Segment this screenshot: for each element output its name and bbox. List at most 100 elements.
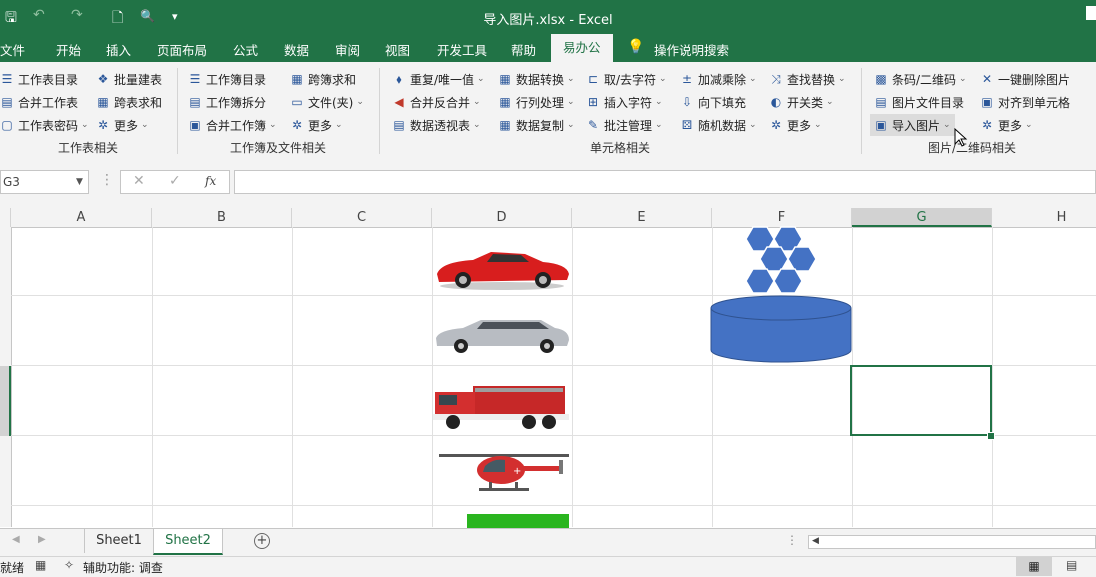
macro-record-icon[interactable]: ▦ bbox=[35, 558, 46, 572]
import-images-button[interactable]: ▣ 导入图片 ⌄ bbox=[870, 114, 955, 136]
helicopter-image[interactable]: + bbox=[433, 442, 571, 500]
image-icon: ▣ bbox=[875, 118, 887, 132]
scroll-right-icon[interactable]: ▶ bbox=[38, 534, 46, 545]
find-replace-button[interactable]: ⤨ 查找替换 ⌄ bbox=[769, 70, 845, 88]
row-column-button[interactable]: ▦ 行列处理 ⌄ bbox=[498, 93, 574, 111]
name-box[interactable]: G3 ▼ bbox=[0, 170, 89, 194]
ribbon: ☰ 工作表目录 ▤ 合并工作表 ▢ 工作表密码 ⌄ ❖ 批量建表 ▦ 跨表求和 ✲ 更多 ⌄ 工… bbox=[0, 62, 1096, 159]
horizontal-scrollbar[interactable]: ◀ bbox=[808, 535, 1096, 549]
barcode-qrcode-button[interactable]: ▩ 条码/二维码 ⌄ bbox=[874, 70, 966, 88]
insert-chars-button[interactable]: ⊞ 插入字符 ⌄ bbox=[586, 93, 663, 111]
sheet-tab-sheet1[interactable]: Sheet1 bbox=[84, 529, 153, 553]
sheet-directory-button[interactable]: ☰ 工作表目录 bbox=[0, 70, 78, 88]
database-cylinder-shape[interactable] bbox=[709, 294, 853, 364]
window-control-icon[interactable] bbox=[1086, 6, 1096, 20]
name-box-dropdown-icon[interactable]: ▼ bbox=[76, 171, 83, 193]
image-file-directory-button[interactable]: ▤ 图片文件目录 bbox=[874, 93, 964, 111]
row-header-selected[interactable] bbox=[0, 366, 11, 436]
tab-split-icon[interactable]: ⋮ bbox=[786, 533, 798, 547]
window-title: 导入图片.xlsx - Excel bbox=[483, 13, 613, 28]
page-layout-view-icon[interactable]: ▤ bbox=[1066, 558, 1077, 572]
normal-view-icon[interactable]: ▦ bbox=[1016, 557, 1052, 576]
delete-all-images-button[interactable]: ✕ 一键删除图片 bbox=[980, 70, 1070, 88]
tell-me-search[interactable]: 操作说明搜索 bbox=[654, 40, 729, 59]
tag-icon: ⬧ bbox=[396, 72, 402, 86]
accessibility-icon[interactable]: ✧ bbox=[64, 558, 74, 572]
arithmetic-button[interactable]: ± 加减乘除 ⌄ bbox=[680, 70, 757, 88]
tab-help[interactable]: 帮助 bbox=[511, 40, 536, 59]
column-header-c[interactable]: C bbox=[292, 208, 432, 227]
qrcode-icon: ▩ bbox=[875, 72, 887, 86]
pivot-table-button[interactable]: ▤ 数据透视表 ⌄ bbox=[392, 116, 480, 134]
toggles-button[interactable]: ◐ 开关类 ⌄ bbox=[769, 93, 834, 111]
data-copy-button[interactable]: ▦ 数据复制 ⌄ bbox=[498, 116, 574, 134]
merge-icon: ▤ bbox=[1, 95, 13, 109]
split-workbook-button[interactable]: ▤ 工作簿拆分 bbox=[188, 93, 266, 111]
workbook-directory-button[interactable]: ☰ 工作簿目录 bbox=[188, 70, 266, 88]
cancel-icon[interactable]: ✕ bbox=[133, 173, 145, 189]
tab-developer[interactable]: 开发工具 bbox=[437, 40, 487, 59]
merge-unmerge-button[interactable]: ◀ 合并反合并 ⌄ bbox=[392, 93, 480, 111]
g3-more-button[interactable]: ✲ 更多 ⌄ bbox=[769, 116, 822, 134]
align-to-cell-button[interactable]: ▣ 对齐到单元格 bbox=[980, 93, 1070, 111]
selected-cell-g3[interactable] bbox=[850, 365, 992, 436]
batch-create-sheets-button[interactable]: ❖ 批量建表 bbox=[96, 70, 162, 88]
scrollbar-left-arrow-icon[interactable]: ◀ bbox=[812, 536, 819, 546]
red-car-image[interactable] bbox=[433, 244, 571, 292]
grid-icon: ▦ bbox=[499, 72, 511, 86]
list-icon: ☰ bbox=[1, 72, 13, 86]
column-header-a[interactable]: A bbox=[11, 208, 152, 227]
status-ready: 就绪 bbox=[0, 561, 25, 575]
column-header-f[interactable]: F bbox=[712, 208, 852, 227]
green-block-image[interactable] bbox=[467, 514, 569, 528]
tab-yibangong[interactable]: 易办公 bbox=[551, 34, 613, 62]
tab-file[interactable]: 文件 bbox=[0, 40, 25, 59]
grid-icon: ▦ bbox=[499, 95, 511, 109]
comment-manage-button[interactable]: ✎ 批注管理 ⌄ bbox=[586, 116, 663, 134]
g4-more-button[interactable]: ✲ 更多 ⌄ bbox=[980, 116, 1033, 134]
g1-more-button[interactable]: ✲ 更多 ⌄ bbox=[96, 116, 149, 134]
scroll-left-icon[interactable]: ◀ bbox=[12, 534, 20, 545]
pivot-icon: ▤ bbox=[393, 118, 405, 132]
fill-down-button[interactable]: ⇩ 向下填充 bbox=[680, 93, 746, 111]
random-data-button[interactable]: ⚄ 随机数据 ⌄ bbox=[680, 116, 757, 134]
gridline bbox=[152, 227, 153, 527]
hexagon-cluster-shape[interactable] bbox=[740, 226, 820, 296]
select-all-corner[interactable] bbox=[0, 208, 11, 227]
insert-function-icon[interactable]: fx bbox=[205, 174, 216, 188]
data-convert-button[interactable]: ▦ 数据转换 ⌄ bbox=[498, 70, 574, 88]
tab-home[interactable]: 开始 bbox=[56, 40, 81, 59]
add-sheet-button[interactable]: + bbox=[254, 533, 270, 549]
column-header-b[interactable]: B bbox=[152, 208, 292, 227]
column-header-d[interactable]: D bbox=[432, 208, 572, 227]
tab-review[interactable]: 审阅 bbox=[335, 40, 360, 59]
tab-formulas[interactable]: 公式 bbox=[233, 40, 258, 59]
duplicate-unique-button[interactable]: ⬧ 重复/唯一值 ⌄ bbox=[392, 70, 484, 88]
fill-handle[interactable] bbox=[987, 432, 995, 440]
tab-data[interactable]: 数据 bbox=[284, 40, 309, 59]
sheet-tab-sheet2[interactable]: Sheet2 bbox=[153, 529, 223, 555]
column-header-e[interactable]: E bbox=[572, 208, 712, 227]
cross-sheet-sum-button[interactable]: ▦ 跨表求和 bbox=[96, 93, 162, 111]
accessibility-status[interactable]: 辅助功能: 调查 bbox=[83, 559, 163, 576]
merge-workbooks-button[interactable]: ▣ 合并工作簿 ⌄ bbox=[188, 116, 276, 134]
toggle-icon: ◐ bbox=[770, 95, 782, 109]
sheet-password-button[interactable]: ▢ 工作表密码 ⌄ bbox=[0, 116, 88, 134]
folder-icon: ▭ bbox=[291, 95, 303, 109]
file-folder-button[interactable]: ▭ 文件(夹) ⌄ bbox=[290, 93, 364, 111]
g2-more-button[interactable]: ✲ 更多 ⌄ bbox=[290, 116, 343, 134]
merge-sheets-button[interactable]: ▤ 合并工作表 bbox=[0, 93, 78, 111]
fire-truck-image[interactable] bbox=[433, 380, 571, 432]
cross-workbook-sum-button[interactable]: ▦ 跨簿求和 bbox=[290, 70, 356, 88]
tab-view[interactable]: 视图 bbox=[385, 40, 410, 59]
tab-insert[interactable]: 插入 bbox=[106, 40, 131, 59]
column-header-h[interactable]: H bbox=[992, 208, 1096, 227]
formula-input[interactable] bbox=[234, 170, 1096, 194]
column-header-g[interactable]: G bbox=[852, 208, 992, 227]
extract-remove-chars-button[interactable]: ⊏ 取/去字符 ⌄ bbox=[586, 70, 667, 88]
gridline bbox=[11, 505, 1096, 506]
enter-icon[interactable]: ✓ bbox=[169, 173, 181, 189]
silver-limousine-image[interactable] bbox=[433, 316, 571, 356]
tab-page-layout[interactable]: 页面布局 bbox=[157, 40, 207, 59]
formula-bar-splitter-icon[interactable]: ⋮ bbox=[100, 172, 114, 188]
